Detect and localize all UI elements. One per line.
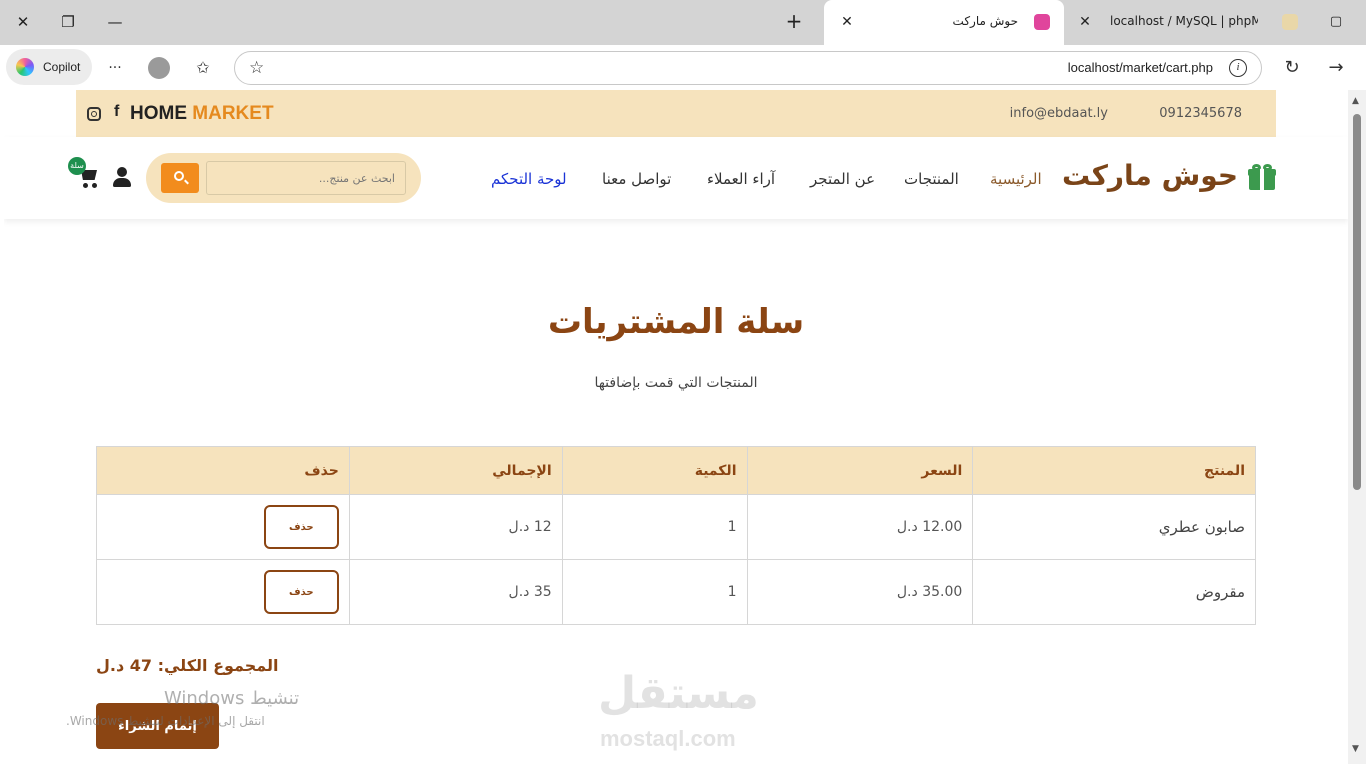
profile-avatar[interactable]: [148, 57, 170, 79]
delete-button[interactable]: حذف: [263, 505, 339, 549]
mostaql-watermark: مستقل: [598, 668, 759, 719]
scroll-up-icon[interactable]: ▲: [1352, 96, 1359, 106]
favorites-icon[interactable]: ✩: [192, 57, 214, 79]
cart-badge: سلة: [68, 157, 86, 175]
header-price: السعر: [746, 446, 974, 495]
search-container: [146, 153, 421, 203]
nav-home[interactable]: الرئيسية: [990, 170, 1042, 188]
cell-product: صابون عطري: [972, 494, 1256, 560]
instagram-icon[interactable]: [87, 107, 101, 121]
facebook-icon[interactable]: f: [114, 103, 119, 121]
brand-accent: MARKET: [192, 103, 274, 124]
site-logo[interactable]: حوش ماركت: [1062, 159, 1238, 192]
mostaql-watermark-url: mostaql.com: [600, 726, 736, 751]
tab-title: localhost / MySQL | phpMy: [1110, 14, 1258, 28]
tab-title: حوش ماركت: [952, 14, 1018, 28]
cell-price: 12.00 د.ل: [746, 494, 974, 560]
cell-delete: حذف: [96, 494, 350, 560]
url-text[interactable]: localhost/market/cart.php: [1068, 60, 1213, 75]
page-title: سلة المشتريات: [547, 302, 805, 342]
header-delete: حذف: [96, 446, 350, 495]
tab-favicon-icon: [1282, 14, 1298, 30]
more-icon[interactable]: ···: [104, 57, 126, 79]
scroll-down-icon[interactable]: ▼: [1352, 744, 1359, 754]
top-info-bar: 0912345678 info@ebdaat.ly f HOME MARKET: [76, 90, 1276, 137]
nav-products[interactable]: المنتجات: [904, 170, 959, 188]
page-scrollbar[interactable]: ▲ ▼: [1348, 90, 1366, 764]
new-tab-button[interactable]: +: [782, 10, 806, 34]
search-input[interactable]: [206, 161, 406, 195]
copilot-button[interactable]: Copilot: [6, 49, 92, 85]
main-navbar: حوش ماركت الرئيسية المنتجات عن المتجر آر…: [4, 137, 1348, 219]
cell-total: 35 د.ل: [348, 559, 563, 625]
header-quantity: الكمية: [561, 446, 748, 495]
header-total: الإجمالي: [348, 446, 563, 495]
browser-titlebar: ✕ ❐ — + ✕ حوش ماركت ✕ localhost / MySQL …: [0, 0, 1366, 45]
nav-about[interactable]: عن المتجر: [810, 170, 875, 188]
brand-main: HOME: [130, 103, 187, 124]
page-viewport: 0912345678 info@ebdaat.ly f HOME MARKET …: [4, 90, 1348, 764]
forward-icon[interactable]: →: [1325, 57, 1347, 79]
window-close-icon[interactable]: ✕: [11, 10, 35, 34]
cell-product: مقروض: [972, 559, 1256, 625]
cart-table: المنتج السعر الكمية الإجمالي حذف صابون ع…: [96, 446, 1256, 625]
user-icon[interactable]: [111, 167, 133, 189]
windows-activation-title: تنشيط Windows: [164, 688, 300, 709]
tab-hosh-market[interactable]: ✕ حوش ماركت: [824, 0, 1064, 45]
table-header-row: المنتج السعر الكمية الإجمالي حذف: [96, 446, 1256, 495]
search-icon: [174, 171, 184, 181]
cell-quantity: 1: [561, 494, 748, 560]
scrollbar-thumb[interactable]: [1353, 114, 1361, 490]
nav-reviews[interactable]: آراء العملاء: [707, 170, 775, 188]
refresh-icon[interactable]: ↻: [1281, 57, 1303, 79]
delete-button[interactable]: حذف: [263, 570, 339, 614]
site-info-icon[interactable]: i: [1229, 59, 1247, 77]
address-bar[interactable]: ☆ localhost/market/cart.php i: [234, 51, 1262, 85]
cell-price: 35.00 د.ل: [746, 559, 974, 625]
browser-toolbar: Copilot ··· ✩ ☆ localhost/market/cart.ph…: [0, 45, 1366, 90]
copilot-logo-icon: [16, 58, 34, 76]
grand-total: المجموع الكلي: 47 د.ل: [96, 656, 279, 675]
gift-icon: [1248, 164, 1276, 190]
tab-favicon-icon: [1034, 14, 1050, 30]
tab-actions-icon[interactable]: ▢: [1324, 10, 1348, 34]
table-row: مقروض 35.00 د.ل 1 35 د.ل حذف: [96, 559, 1256, 625]
email-address[interactable]: info@ebdaat.ly: [1010, 106, 1108, 121]
cell-total: 12 د.ل: [348, 494, 563, 560]
star-icon[interactable]: ☆: [249, 58, 264, 78]
search-button[interactable]: [161, 163, 199, 193]
nav-dashboard[interactable]: لوحة التحكم: [491, 170, 567, 188]
cell-delete: حذف: [96, 559, 350, 625]
window-restore-icon[interactable]: ❐: [56, 10, 80, 34]
copilot-label: Copilot: [43, 60, 81, 74]
header-product: المنتج: [972, 446, 1256, 495]
windows-activation-hint: انتقل إلى الإعدادات لتنشيط Windows.: [66, 714, 265, 728]
table-row: صابون عطري 12.00 د.ل 1 12 د.ل حذف: [96, 494, 1256, 560]
page-subtitle: المنتجات التي قمت بإضافتها: [594, 375, 758, 391]
home-market-brand: HOME MARKET: [130, 103, 274, 125]
tab-close-icon[interactable]: ✕: [1074, 11, 1096, 33]
tab-phpmyadmin[interactable]: ✕ localhost / MySQL | phpMy: [1068, 0, 1316, 45]
phone-number: 0912345678: [1159, 106, 1242, 121]
window-minimize-icon[interactable]: —: [103, 10, 127, 34]
nav-contact[interactable]: تواصل معنا: [602, 170, 671, 188]
cell-quantity: 1: [561, 559, 748, 625]
tab-close-icon[interactable]: ✕: [836, 11, 858, 33]
